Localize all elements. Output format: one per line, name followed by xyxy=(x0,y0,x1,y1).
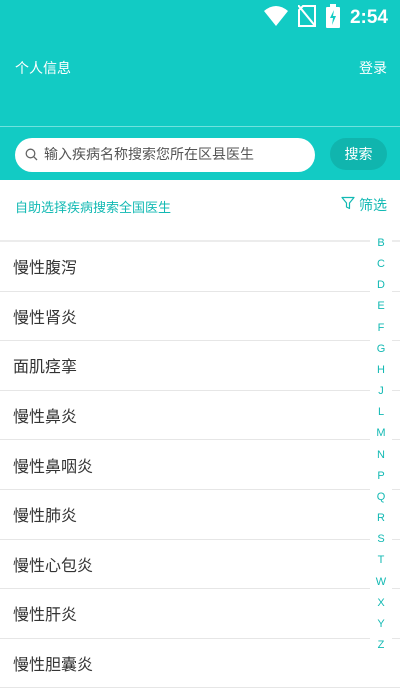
alphabet-letter[interactable]: Z xyxy=(378,638,385,652)
wifi-icon xyxy=(263,6,288,30)
self-select-hint-link[interactable]: 自助选择疾病搜索全国医生 xyxy=(15,197,171,216)
alphabet-letter[interactable]: R xyxy=(377,511,385,525)
search-input[interactable] xyxy=(44,147,294,163)
disease-item[interactable]: 慢性鼻咽炎 xyxy=(0,440,400,490)
alphabet-letter[interactable]: H xyxy=(377,363,385,377)
alphabet-letter[interactable]: X xyxy=(377,596,384,610)
personal-info-link[interactable]: 个人信息 xyxy=(15,58,71,78)
search-button[interactable]: 搜索 xyxy=(330,138,387,170)
battery-charging-icon xyxy=(325,4,340,32)
status-icons: 2:54 xyxy=(263,4,388,32)
status-time: 2:54 xyxy=(349,7,388,28)
login-link[interactable]: 登录 xyxy=(359,58,387,78)
alphabet-letter[interactable]: G xyxy=(377,342,386,356)
disease-item[interactable]: 慢性胆囊炎 xyxy=(0,639,400,689)
alphabet-letter[interactable]: F xyxy=(378,321,385,335)
search-icon xyxy=(25,146,38,165)
disease-item[interactable]: 慢性腹泻 xyxy=(0,242,400,292)
alphabet-letter[interactable]: D xyxy=(377,278,385,292)
alphabet-letter[interactable]: B xyxy=(377,236,384,250)
filter-icon xyxy=(341,196,355,214)
alphabet-letter[interactable]: P xyxy=(377,469,384,483)
filter-label: 筛选 xyxy=(359,198,387,214)
disease-item[interactable]: 慢性肝炎 xyxy=(0,589,400,639)
disease-list: 慢性腹泻 慢性肾炎 面肌痉挛 慢性鼻炎 慢性鼻咽炎 慢性肺炎 慢性心包炎 慢性肝… xyxy=(0,242,400,689)
alphabet-letter[interactable]: T xyxy=(378,553,385,567)
search-area: 搜索 xyxy=(0,126,400,180)
alphabet-letter[interactable]: M xyxy=(376,426,385,440)
alphabet-letter[interactable]: W xyxy=(376,575,386,589)
filter-button[interactable]: 筛选 xyxy=(341,195,387,215)
search-box[interactable] xyxy=(15,138,315,172)
status-bar: 2:54 xyxy=(0,0,400,36)
disease-item[interactable]: 慢性鼻炎 xyxy=(0,391,400,441)
alphabet-letter[interactable]: E xyxy=(377,299,384,313)
alphabet-letter[interactable]: C xyxy=(377,257,385,271)
filter-row: 自助选择疾病搜索全国医生 筛选 xyxy=(0,180,400,232)
disease-item[interactable]: 面肌痉挛 xyxy=(0,341,400,391)
alphabet-letter[interactable]: S xyxy=(377,532,384,546)
disease-item[interactable]: 慢性肺炎 xyxy=(0,490,400,540)
alphabet-letter[interactable]: Q xyxy=(377,490,386,504)
disease-item[interactable]: 慢性心包炎 xyxy=(0,540,400,590)
alphabet-letter[interactable]: J xyxy=(378,384,384,398)
no-sim-icon xyxy=(297,4,317,31)
disease-item[interactable]: 慢性肾炎 xyxy=(0,292,400,342)
app-bar: 个人信息 登录 xyxy=(0,36,400,126)
alphabet-letter[interactable]: N xyxy=(377,448,385,462)
alphabet-index[interactable]: B C D E F G H J L M N P Q R S T W X Y Z xyxy=(370,234,392,654)
alphabet-letter[interactable]: Y xyxy=(377,617,384,631)
alphabet-letter[interactable]: L xyxy=(378,405,384,419)
